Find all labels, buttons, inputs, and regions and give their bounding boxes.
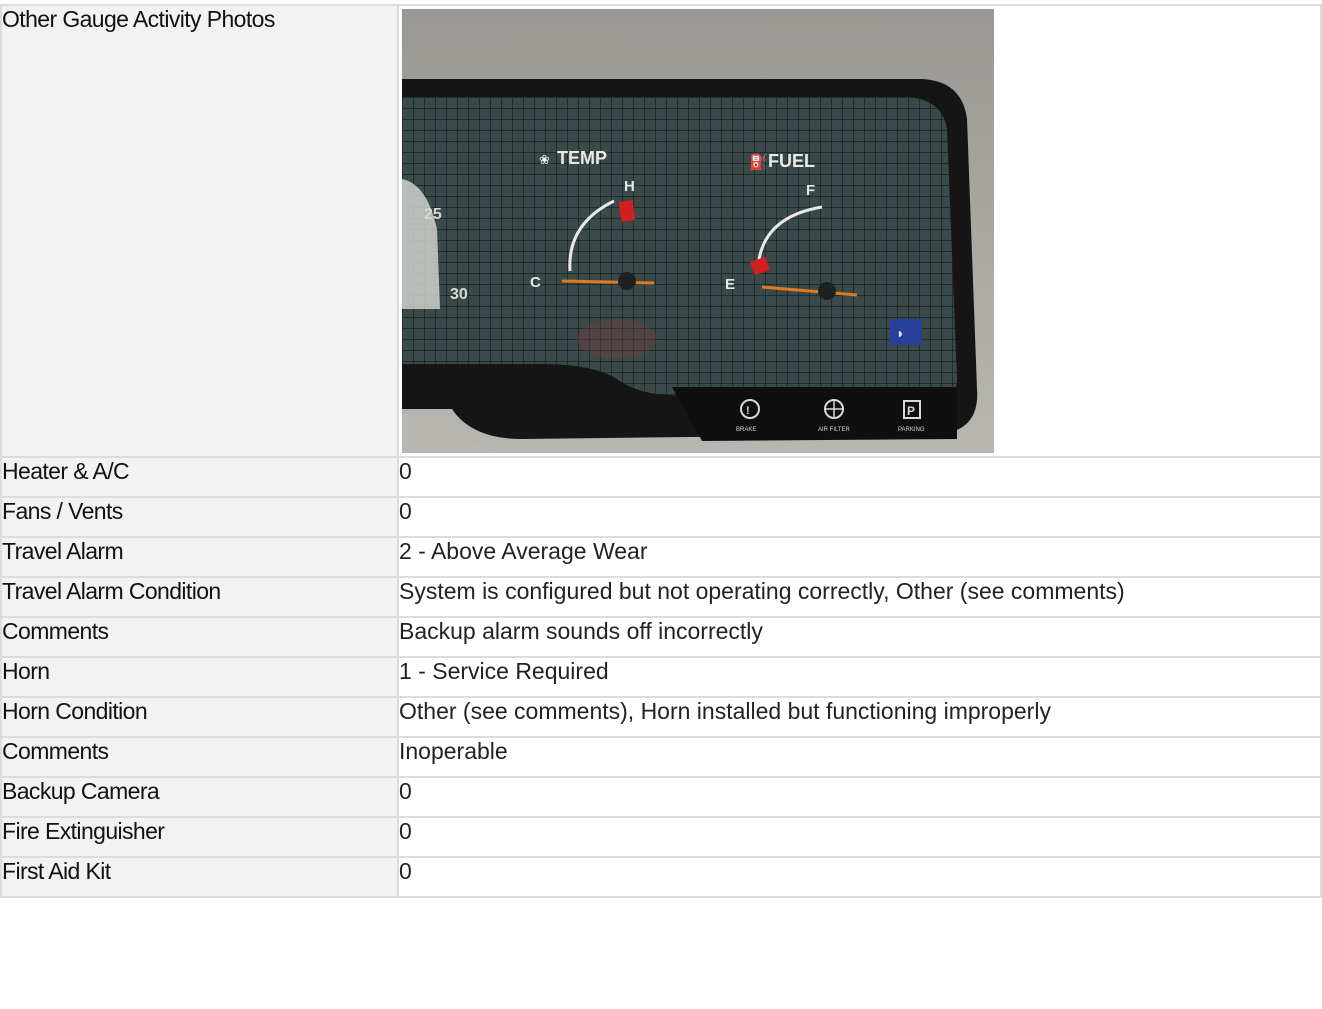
table-row: Heater & A/C 0 (0, 456, 1322, 498)
row-label: Travel Alarm Condition (0, 576, 399, 618)
gauge-cluster-photo[interactable]: 25 30 ❀ TEMP H C ⛽ FUEL F E ◗ ! BRAKE AI… (402, 9, 994, 453)
air-filter-indicator-label: AIR FILTER (818, 427, 851, 433)
row-value: 0 (397, 816, 1322, 858)
row-value: 2 - Above Average Wear (397, 536, 1322, 578)
temp-gauge-icon: ❀ (539, 152, 550, 167)
temp-cold-label: C (530, 274, 541, 291)
row-label: Fans / Vents (0, 496, 399, 538)
svg-text:!: ! (746, 405, 750, 417)
photo-cell: 25 30 ❀ TEMP H C ⛽ FUEL F E ◗ ! BRAKE AI… (397, 4, 1322, 458)
temp-hot-label: H (624, 178, 635, 195)
row-label: Horn (0, 656, 399, 698)
row-value: 0 (397, 776, 1322, 818)
temp-gauge-title: TEMP (557, 148, 607, 168)
table-row: Horn 1 - Service Required (0, 656, 1322, 698)
row-label: Comments (0, 616, 399, 658)
row-label: Horn Condition (0, 696, 399, 738)
table-row: Travel Alarm 2 - Above Average Wear (0, 536, 1322, 578)
row-label: Comments (0, 736, 399, 778)
fuel-gauge-title: FUEL (768, 151, 815, 171)
row-value: Inoperable (397, 736, 1322, 778)
parking-indicator-label: PARKING (898, 427, 925, 433)
fuel-full-label: F (806, 182, 815, 199)
brake-indicator-label: BRAKE (736, 427, 756, 433)
table-row: Travel Alarm Condition System is configu… (0, 576, 1322, 618)
row-value: 1 - Service Required (397, 656, 1322, 698)
row-label: Heater & A/C (0, 456, 399, 498)
table-row: Comments Inoperable (0, 736, 1322, 778)
table-row: First Aid Kit 0 (0, 856, 1322, 898)
row-label: Fire Extinguisher (0, 816, 399, 858)
svg-text:P: P (907, 404, 915, 418)
inspection-table: Other Gauge Activity Photos 25 30 ❀ TEMP… (0, 4, 1322, 898)
fuel-gauge-icon: ⛽ (749, 153, 768, 171)
fuel-empty-label: E (725, 276, 735, 293)
table-row: Fans / Vents 0 (0, 496, 1322, 538)
table-row: Fire Extinguisher 0 (0, 816, 1322, 858)
row-value: Other (see comments), Horn installed but… (397, 696, 1322, 738)
row-label: First Aid Kit (0, 856, 399, 898)
high-beam-icon (890, 319, 922, 345)
speedo-tick-label: 30 (450, 286, 468, 303)
row-label: Travel Alarm (0, 536, 399, 578)
row-value: 0 (397, 496, 1322, 538)
speedo-tick-label: 25 (424, 206, 442, 223)
row-value: System is configured but not operating c… (397, 576, 1322, 618)
table-row: Backup Camera 0 (0, 776, 1322, 818)
row-label: Backup Camera (0, 776, 399, 818)
svg-text:◗: ◗ (896, 325, 904, 341)
row-value: Backup alarm sounds off incorrectly (397, 616, 1322, 658)
row-label: Other Gauge Activity Photos (0, 4, 399, 458)
table-row-photos: Other Gauge Activity Photos 25 30 ❀ TEMP… (0, 4, 1322, 458)
table-row: Comments Backup alarm sounds off incorre… (0, 616, 1322, 658)
table-row: Horn Condition Other (see comments), Hor… (0, 696, 1322, 738)
row-value: 0 (397, 856, 1322, 898)
row-value: 0 (397, 456, 1322, 498)
